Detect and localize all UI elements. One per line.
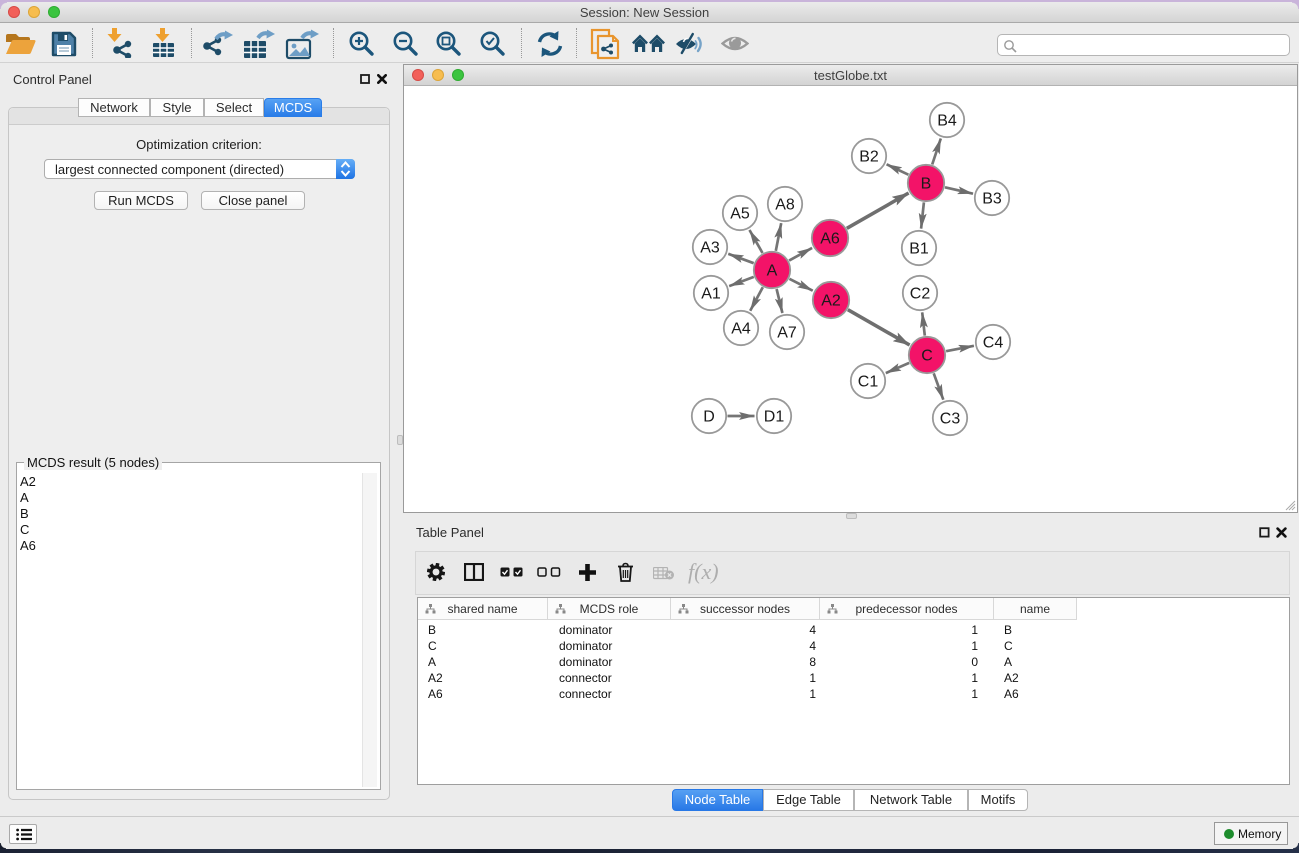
svg-text:A7: A7 (777, 325, 797, 342)
svg-text:A5: A5 (730, 206, 750, 223)
svg-text:C2: C2 (910, 286, 931, 303)
svg-text:A: A (767, 263, 778, 280)
svg-text:D: D (703, 409, 715, 426)
svg-text:B2: B2 (859, 149, 879, 166)
svg-text:C1: C1 (858, 374, 879, 391)
svg-text:B: B (921, 176, 932, 193)
svg-text:B3: B3 (982, 191, 1002, 208)
svg-text:A2: A2 (821, 293, 841, 310)
svg-text:C3: C3 (940, 411, 961, 428)
svg-text:A4: A4 (731, 321, 751, 338)
svg-text:C4: C4 (983, 335, 1004, 352)
svg-text:A3: A3 (700, 240, 720, 257)
svg-text:A1: A1 (701, 286, 721, 303)
svg-text:A8: A8 (775, 197, 795, 214)
svg-text:D1: D1 (764, 409, 785, 426)
svg-text:B1: B1 (909, 241, 929, 258)
svg-text:C: C (921, 348, 933, 365)
svg-text:A6: A6 (820, 231, 840, 248)
svg-text:B4: B4 (937, 113, 957, 130)
